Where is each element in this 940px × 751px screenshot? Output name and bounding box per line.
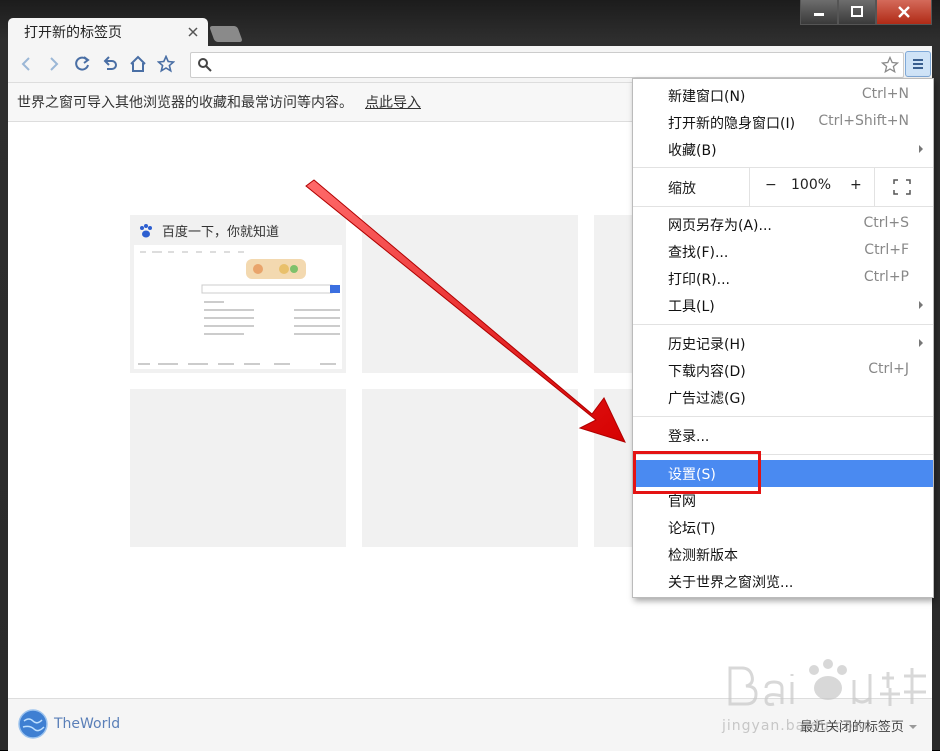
infobar-message: 世界之窗可导入其他浏览器的收藏和最常访问等内容。 [17, 95, 353, 111]
menu-item-label: 论坛(T) [668, 521, 716, 537]
menu-item-ad-filter[interactable]: 广告过滤(G) [633, 384, 933, 411]
home-button[interactable] [126, 52, 150, 76]
brand-label[interactable]: TheWorld [54, 716, 120, 732]
menu-item-label: 网页另存为(A)... [668, 218, 772, 234]
menu-item-about[interactable]: 关于世界之窗浏览... [633, 568, 933, 595]
menu-item-incognito-window[interactable]: 打开新的隐身窗口(I) Ctrl+Shift+N [633, 109, 933, 136]
address-bar[interactable] [190, 52, 904, 78]
speed-dial-tile-empty[interactable] [362, 215, 578, 373]
menu-item-label: 打开新的隐身窗口(I) [668, 116, 796, 132]
menu-item-label: 收藏(B) [668, 143, 717, 159]
menu-separator [633, 416, 933, 417]
fullscreen-icon[interactable] [893, 179, 911, 195]
back-arrow-icon [21, 57, 30, 71]
hamburger-icon [913, 59, 923, 69]
zoom-divider [874, 168, 875, 206]
speed-dial-tile-empty[interactable] [130, 389, 346, 547]
menu-item-tools[interactable]: 工具(L) [633, 292, 933, 319]
favorites-button[interactable] [154, 52, 178, 76]
bookmark-star-icon[interactable] [881, 56, 899, 74]
menu-separator [633, 324, 933, 325]
menu-item-label: 查找(F)... [668, 245, 729, 261]
submenu-arrow-icon [919, 301, 923, 309]
menu-item-shortcut: Ctrl+N [861, 86, 909, 102]
tab-close-button[interactable] [186, 25, 200, 39]
menu-item-history[interactable]: 历史记录(H) [633, 330, 933, 357]
recently-closed-tabs-button[interactable]: 最近关闭的标签页 [800, 716, 918, 735]
menu-item-shortcut: Ctrl+P [863, 269, 909, 285]
tab-strip: 打开新的标签页 [0, 18, 940, 46]
menu-item-favorites[interactable]: 收藏(B) [633, 136, 933, 163]
tab-new-tab-page[interactable]: 打开新的标签页 [8, 18, 208, 46]
submenu-arrow-icon [919, 339, 923, 347]
tab-title: 打开新的标签页 [24, 25, 122, 41]
undo-close-button[interactable] [98, 52, 122, 76]
close-icon [898, 6, 910, 18]
speed-dial-tile-empty[interactable] [362, 389, 578, 547]
annotation-highlight-box [633, 451, 761, 494]
menu-item-label: 关于世界之窗浏览... [668, 575, 794, 591]
zoom-in-button[interactable]: + [850, 177, 862, 193]
menu-item-label: 登录... [668, 429, 710, 445]
submenu-arrow-icon [919, 145, 923, 153]
close-icon [188, 27, 198, 37]
zoom-divider [749, 168, 750, 206]
menu-item-shortcut: Ctrl+F [864, 242, 909, 258]
home-icon [130, 55, 146, 72]
menu-item-downloads[interactable]: 下载内容(D) Ctrl+J [633, 357, 933, 384]
tile-header: 百度一下，你就知道 [138, 221, 279, 240]
recently-closed-label: 最近关闭的标签页 [799, 720, 904, 735]
back-button[interactable] [14, 52, 38, 76]
menu-item-forum[interactable]: 论坛(T) [633, 514, 933, 541]
tile-thumbnail [134, 245, 342, 369]
menu-separator [633, 206, 933, 207]
menu-item-label: 检测新版本 [668, 548, 738, 564]
menu-item-shortcut: Ctrl+S [863, 215, 909, 231]
theworld-globe-icon[interactable] [18, 709, 48, 739]
menu-item-check-update[interactable]: 检测新版本 [633, 541, 933, 568]
menu-item-save-page[interactable]: 网页另存为(A)... Ctrl+S [633, 211, 933, 238]
menu-item-label: 打印(R)... [668, 272, 731, 288]
undo-icon [103, 56, 117, 70]
menu-item-login[interactable]: 登录... [633, 422, 933, 449]
main-menu: 新建窗口(N) Ctrl+N 打开新的隐身窗口(I) Ctrl+Shift+N … [632, 78, 934, 598]
star-icon [157, 55, 175, 73]
browser-window: 打开新的标签页 世界之窗可导入其他浏览器的收藏和最常访问等内容。 点此导入 百度… [0, 0, 940, 751]
refresh-button[interactable] [70, 52, 94, 76]
menu-item-print[interactable]: 打印(R)... Ctrl+P [633, 265, 933, 292]
main-menu-button[interactable] [905, 51, 931, 77]
menu-item-label: 广告过滤(G) [668, 391, 746, 407]
chevron-down-icon [909, 725, 917, 729]
speed-dial-tile[interactable]: 百度一下，你就知道 [130, 215, 346, 373]
page-thumbnail-image [134, 245, 342, 369]
menu-item-new-window[interactable]: 新建窗口(N) Ctrl+N [633, 82, 933, 109]
maximize-icon [851, 6, 863, 17]
zoom-row: 缩放 − 100% + [633, 168, 933, 206]
zoom-level: 100% [791, 177, 832, 193]
menu-item-shortcut: Ctrl+Shift+N [818, 113, 909, 129]
menu-item-label: 工具(L) [668, 299, 715, 315]
search-icon [198, 58, 212, 72]
zoom-label: 缩放 [668, 181, 696, 197]
forward-button[interactable] [42, 52, 66, 76]
refresh-icon [75, 56, 90, 71]
zoom-out-button[interactable]: − [765, 177, 777, 193]
bottom-bar: TheWorld 最近关闭的标签页 [8, 698, 932, 751]
new-tab-button[interactable] [209, 26, 243, 42]
menu-item-find[interactable]: 查找(F)... Ctrl+F [633, 238, 933, 265]
menu-item-label: 新建窗口(N) [668, 89, 746, 105]
menu-item-shortcut: Ctrl+J [868, 361, 909, 377]
forward-arrow-icon [50, 57, 59, 71]
baidu-paw-icon [140, 223, 152, 237]
minimize-icon [814, 13, 824, 16]
import-link[interactable]: 点此导入 [365, 92, 421, 112]
menu-item-label: 官网 [668, 494, 696, 510]
menu-item-label: 历史记录(H) [668, 337, 746, 353]
menu-item-label: 下载内容(D) [668, 364, 746, 380]
tile-title: 百度一下，你就知道 [162, 225, 280, 240]
